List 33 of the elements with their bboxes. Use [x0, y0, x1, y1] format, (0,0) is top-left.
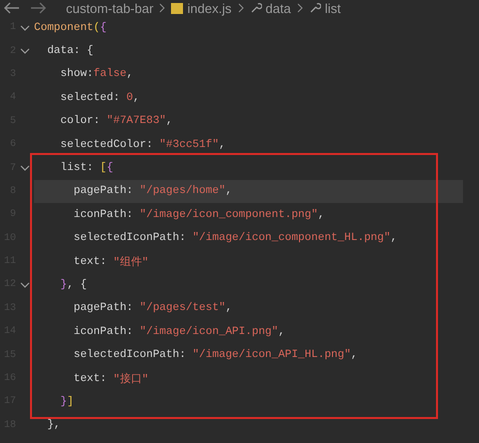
code-line: data: {	[46, 44, 94, 60]
code-line: selectedIconPath: "/image/icon_API_HL.png",	[72, 348, 358, 364]
code-line: },	[46, 418, 62, 434]
chevron-down-icon[interactable]	[20, 46, 30, 56]
code-line: text: "组件"	[72, 254, 150, 272]
code-line: selectedIconPath: "/image/icon_component_HL.png",	[72, 231, 398, 246]
code-line: show:false,	[59, 67, 134, 82]
breadcrumb-item[interactable]: data	[266, 0, 291, 16]
code-line: text: "接口"	[72, 372, 150, 388]
code-line: selectedColor: "#3cc51f",	[59, 138, 226, 153]
chevron-right-icon	[159, 3, 166, 13]
code-line: Component({	[34, 20, 108, 36]
code-line: list: [{	[59, 161, 114, 176]
chevron-down-icon[interactable]	[20, 280, 30, 290]
chevron-down-icon[interactable]	[20, 22, 30, 33]
code-line: }, {	[59, 278, 88, 293]
forward-arrow-icon[interactable]	[30, 2, 46, 14]
code-line: }]	[59, 394, 75, 410]
breadcrumb-item[interactable]: index.js	[187, 0, 232, 16]
js-file-icon	[171, 2, 184, 14]
code-line: selected: 0,	[59, 90, 141, 106]
breadcrumb-item[interactable]: custom-tab-bar	[66, 0, 154, 16]
code-line: iconPath: "/image/icon_API.png",	[72, 324, 286, 340]
code-line: color: "#7A7E83",	[59, 114, 174, 130]
wrench-icon	[250, 2, 262, 14]
chevron-right-icon	[238, 3, 244, 13]
chevron-down-icon[interactable]	[20, 163, 30, 174]
chevron-right-icon	[296, 3, 303, 13]
breadcrumb-item[interactable]: list	[324, 0, 341, 16]
back-arrow-icon[interactable]	[4, 2, 20, 14]
wrench-icon	[308, 2, 321, 14]
code-line: iconPath: "/image/icon_component.png",	[72, 208, 326, 223]
code-line: pagePath: "/pages/test",	[72, 301, 234, 316]
